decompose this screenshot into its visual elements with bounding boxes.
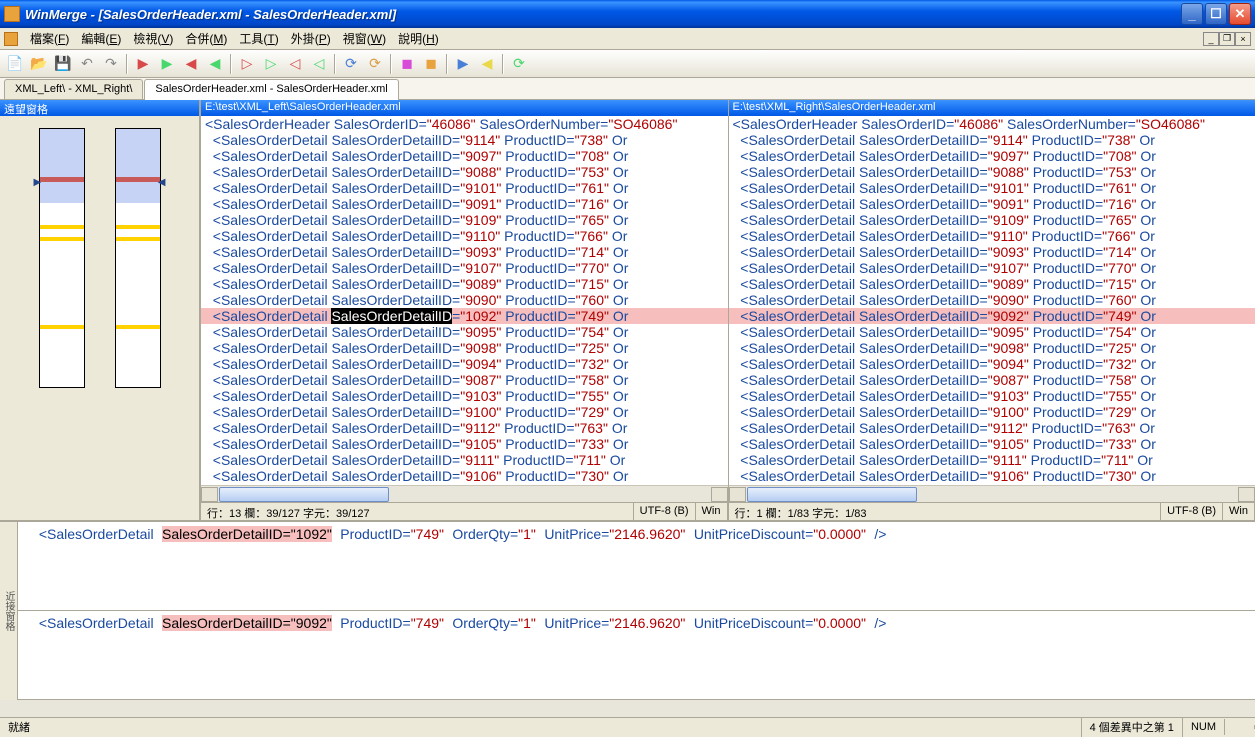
- menu-item[interactable]: 檢視(V): [127, 28, 179, 49]
- toolbar-button[interactable]: ▶: [452, 53, 474, 75]
- mdi-minimize-button[interactable]: _: [1203, 32, 1219, 46]
- toolbar-button[interactable]: 📄: [4, 53, 26, 75]
- toolbar-button[interactable]: ◀: [180, 53, 202, 75]
- location-pane-title: 遠望窗格: [0, 100, 199, 116]
- detail-row-left[interactable]: <SalesOrderDetail SalesOrderDetailID="10…: [18, 522, 1255, 611]
- toolbar-button[interactable]: ⟳: [508, 53, 530, 75]
- right-eol: Win: [1223, 503, 1255, 520]
- toolbar-button[interactable]: ◁: [308, 53, 330, 75]
- detail-row-right[interactable]: <SalesOrderDetail SalesOrderDetailID="90…: [18, 611, 1255, 700]
- right-encoding: UTF-8 (B): [1161, 503, 1223, 520]
- left-cursor-pos: 行：13 欄：39/127 字元：39/127: [201, 503, 634, 520]
- menu-item[interactable]: 檔案(F): [24, 28, 75, 49]
- diff-pane-left: E:\test\XML_Left\SalesOrderHeader.xml <S…: [200, 100, 728, 520]
- statusbar: 就緒 4 個差異中之第 1 NUM: [0, 717, 1255, 735]
- location-bar-right[interactable]: ◀: [115, 128, 161, 388]
- status-spacer: [1225, 725, 1255, 729]
- maximize-button[interactable]: ☐: [1205, 3, 1227, 25]
- minimize-button[interactable]: _: [1181, 3, 1203, 25]
- mdi-window-controls: _ ❐ ×: [1203, 32, 1251, 46]
- toolbar-button[interactable]: ▷: [236, 53, 258, 75]
- tabbar: XML_Left\ - XML_Right\SalesOrderHeader.x…: [0, 78, 1255, 100]
- left-statusbar: 行：13 欄：39/127 字元：39/127 UTF-8 (B) Win: [201, 502, 728, 520]
- menubar: 檔案(F)編輯(E)檢視(V)合併(M)工具(T)外掛(P)視窗(W)說明(H)…: [0, 28, 1255, 50]
- menu-item[interactable]: 工具(T): [233, 28, 284, 49]
- left-encoding: UTF-8 (B): [634, 503, 696, 520]
- detail-gutter-label: 近接窗格: [0, 522, 18, 700]
- location-bar-left[interactable]: ▶: [39, 128, 85, 388]
- left-eol: Win: [696, 503, 728, 520]
- left-file-path: E:\test\XML_Left\SalesOrderHeader.xml: [201, 100, 728, 116]
- toolbar-button[interactable]: ↷: [100, 53, 122, 75]
- toolbar-button[interactable]: ▷: [260, 53, 282, 75]
- right-h-scrollbar[interactable]: [729, 485, 1255, 502]
- menu-item[interactable]: 合併(M): [179, 28, 233, 49]
- titlebar: WinMerge - [SalesOrderHeader.xml - Sales…: [0, 0, 1255, 28]
- location-pane-body[interactable]: ▶ ◀: [0, 116, 199, 520]
- toolbar-button[interactable]: ↶: [76, 53, 98, 75]
- document-tab[interactable]: XML_Left\ - XML_Right\: [4, 79, 143, 99]
- toolbar-button[interactable]: ⟳: [340, 53, 362, 75]
- document-tab[interactable]: SalesOrderHeader.xml - SalesOrderHeader.…: [144, 79, 398, 100]
- toolbar-button[interactable]: ▶: [156, 53, 178, 75]
- menu-item[interactable]: 外掛(P): [285, 28, 337, 49]
- main-area: 遠望窗格 ▶ ◀: [0, 100, 1255, 520]
- location-pane: 遠望窗格 ▶ ◀: [0, 100, 200, 520]
- toolbar-button[interactable]: ⟳: [364, 53, 386, 75]
- left-h-scrollbar[interactable]: [201, 485, 728, 502]
- mdi-app-icon[interactable]: [4, 32, 18, 46]
- menu-item[interactable]: 編輯(E): [75, 28, 127, 49]
- menu-item[interactable]: 說明(H): [392, 28, 445, 49]
- toolbar-button[interactable]: ◀: [476, 53, 498, 75]
- locator-pointer-icon: ◀: [158, 177, 166, 188]
- detail-pane: 近接窗格 <SalesOrderDetail SalesOrderDetailI…: [0, 520, 1255, 700]
- toolbar-button[interactable]: 📂: [28, 53, 50, 75]
- toolbar-button[interactable]: ◀: [204, 53, 226, 75]
- status-ready: 就緒: [0, 717, 1082, 737]
- status-numlock: NUM: [1183, 719, 1225, 735]
- mdi-restore-button[interactable]: ❐: [1219, 32, 1235, 46]
- toolbar-button[interactable]: ▶: [132, 53, 154, 75]
- right-cursor-pos: 行：1 欄：1/83 字元：1/83: [729, 503, 1162, 520]
- toolbar-button[interactable]: ◼: [396, 53, 418, 75]
- toolbar-button[interactable]: ◼: [420, 53, 442, 75]
- diff-panes: E:\test\XML_Left\SalesOrderHeader.xml <S…: [200, 100, 1255, 520]
- toolbar-button[interactable]: ◁: [284, 53, 306, 75]
- locator-pointer-icon: ▶: [34, 177, 42, 188]
- app-icon: [4, 6, 20, 22]
- toolbar: 📄📂💾↶↷▶▶◀◀▷▷◁◁⟳⟳◼◼▶◀⟳: [0, 50, 1255, 78]
- window-controls: _ ☐ ✕: [1181, 3, 1251, 25]
- close-button[interactable]: ✕: [1229, 3, 1251, 25]
- window-title: WinMerge - [SalesOrderHeader.xml - Sales…: [25, 7, 1181, 22]
- diff-pane-right: E:\test\XML_Right\SalesOrderHeader.xml <…: [728, 100, 1255, 520]
- left-code-view[interactable]: <SalesOrderHeader SalesOrderID="46086" S…: [201, 116, 728, 485]
- mdi-close-button[interactable]: ×: [1235, 32, 1251, 46]
- right-code-view[interactable]: <SalesOrderHeader SalesOrderID="46086" S…: [729, 116, 1255, 485]
- detail-h-scrollbar[interactable]: [0, 700, 1255, 717]
- toolbar-button[interactable]: 💾: [52, 53, 74, 75]
- right-statusbar: 行：1 欄：1/83 字元：1/83 UTF-8 (B) Win: [729, 502, 1255, 520]
- status-diff-position: 4 個差異中之第 1: [1082, 717, 1183, 737]
- menu-item[interactable]: 視窗(W): [337, 28, 392, 49]
- right-file-path: E:\test\XML_Right\SalesOrderHeader.xml: [729, 100, 1255, 116]
